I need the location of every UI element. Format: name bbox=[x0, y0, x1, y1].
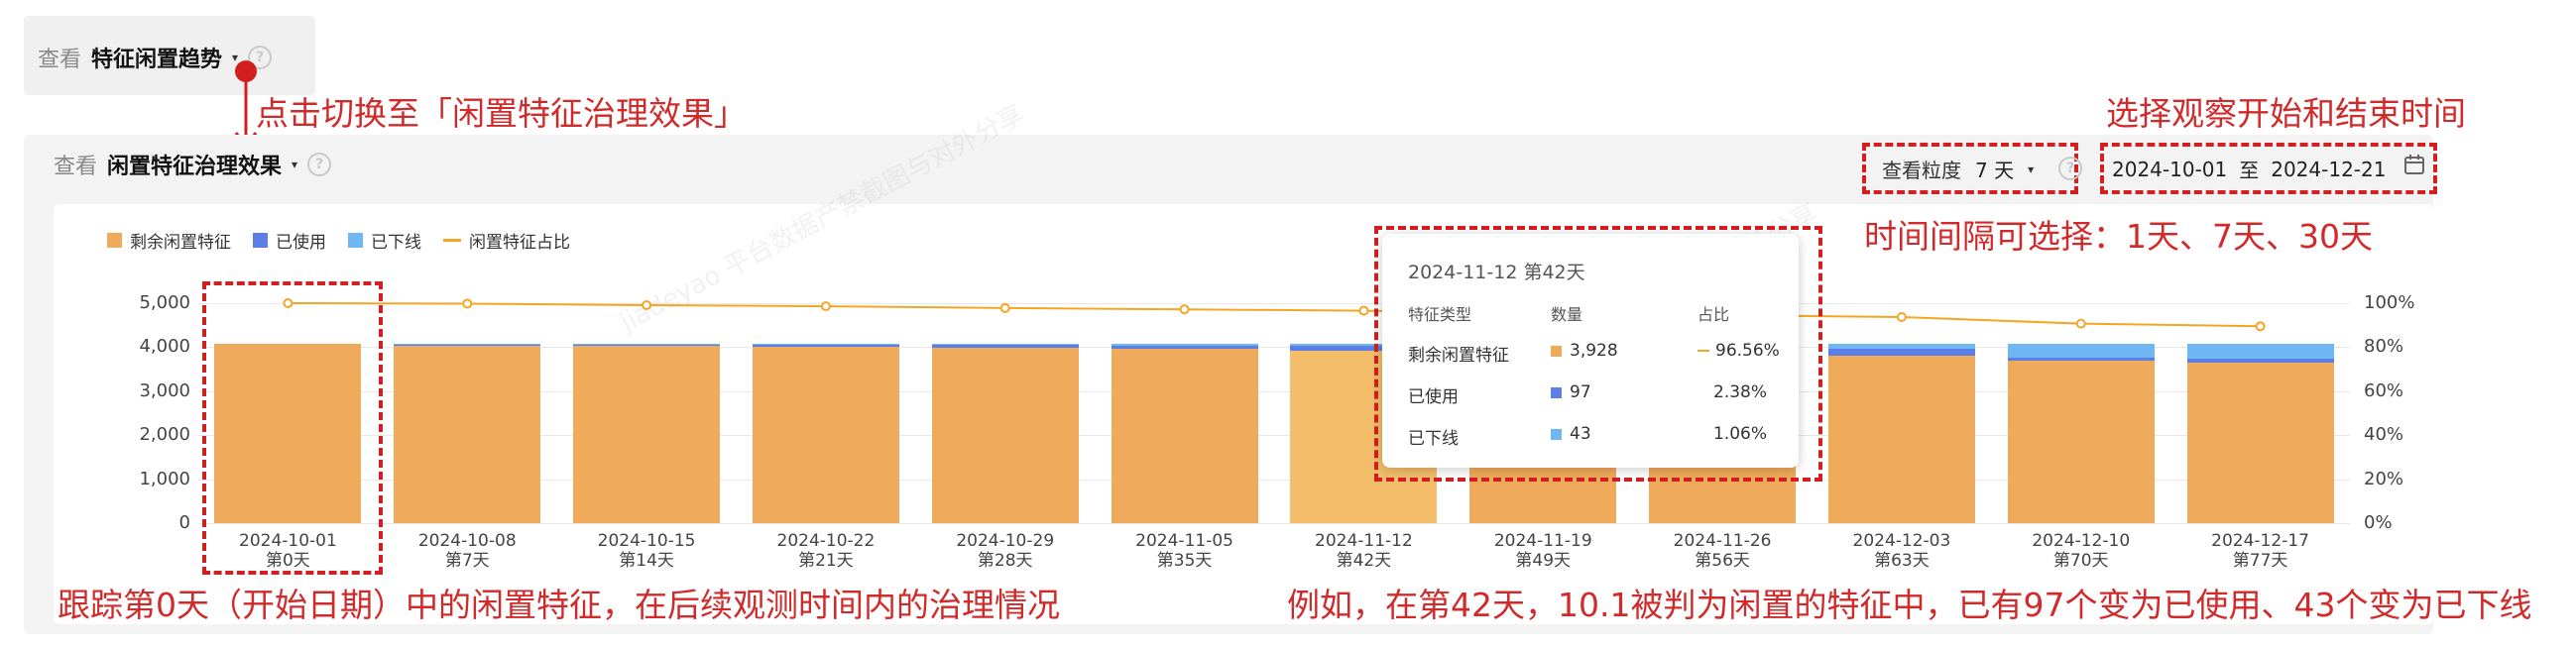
legend-label: 已使用 bbox=[276, 233, 326, 253]
date-separator: 至 bbox=[2239, 159, 2260, 182]
top-view-prefix: 查看 bbox=[38, 48, 82, 72]
legend-item-ratio[interactable]: 闲置特征占比 bbox=[443, 228, 570, 253]
annotation-box-day0 bbox=[202, 281, 383, 575]
tooltip-row-ratio: 96.56% bbox=[1698, 341, 1780, 361]
date-start[interactable]: 2024-10-01 bbox=[2112, 158, 2227, 181]
help-icon[interactable]: ? bbox=[307, 153, 332, 176]
tooltip-swatch-offline bbox=[1551, 428, 1562, 440]
legend-swatch-offline bbox=[348, 233, 363, 248]
tooltip-swatch-ratio bbox=[1698, 350, 1709, 352]
help-icon[interactable]: ? bbox=[2058, 157, 2082, 180]
granularity-label: 查看粒度 bbox=[1882, 159, 1961, 182]
tooltip-row-count: 43 bbox=[1551, 424, 1591, 444]
tooltip-count: 97 bbox=[1570, 382, 1591, 402]
date-end[interactable]: 2024-12-21 bbox=[2271, 158, 2386, 181]
annotation-track: 跟踪第0天（开始日期）中的闲置特征，在后续观测时间内的治理情况 bbox=[58, 586, 1060, 624]
panel-view-selector[interactable]: 查看 闲置特征治理效果 ▾ ? bbox=[54, 149, 332, 180]
tooltip-row-count: 97 bbox=[1551, 382, 1591, 402]
legend-item-used[interactable]: 已使用 bbox=[253, 228, 326, 253]
annotation-date-range: 选择观察开始和结束时间 bbox=[2106, 94, 2466, 133]
tooltip-swatch-used bbox=[1551, 386, 1562, 398]
legend-swatch-used bbox=[253, 233, 268, 248]
legend-swatch-ratio bbox=[443, 239, 461, 242]
chevron-down-icon[interactable]: ▾ bbox=[2028, 162, 2034, 176]
annotation-switch: 点击切换至「闲置特征治理效果」 bbox=[256, 94, 747, 133]
top-view-value[interactable]: 特征闲置趋势 bbox=[91, 42, 222, 73]
chart-card bbox=[54, 204, 2433, 624]
legend-label: 剩余闲置特征 bbox=[130, 233, 231, 253]
legend-item-remaining[interactable]: 剩余闲置特征 bbox=[107, 228, 231, 253]
date-range-picker[interactable]: 2024-10-01 至 2024-12-21 bbox=[2112, 155, 2386, 183]
tooltip-title: 2024-11-12 第42天 bbox=[1408, 262, 1585, 283]
legend-label: 已下线 bbox=[371, 233, 421, 253]
tooltip-row-count: 3,928 bbox=[1551, 341, 1618, 361]
tooltip-ratio: 2.38% bbox=[1713, 382, 1768, 402]
granularity-select[interactable]: 查看粒度 7 天 ▾ bbox=[1882, 155, 2034, 183]
chart-legend: 剩余闲置特征 已使用 已下线 闲置特征占比 bbox=[107, 228, 570, 253]
tooltip-swatch-remaining bbox=[1551, 345, 1562, 357]
annotation-interval: 时间间隔可选择：1天、7天、30天 bbox=[1864, 217, 2373, 256]
tooltip-row-type: 已下线 bbox=[1408, 429, 1459, 449]
legend-label: 闲置特征占比 bbox=[469, 233, 570, 253]
panel-view-prefix: 查看 bbox=[54, 155, 98, 179]
legend-item-offline[interactable]: 已下线 bbox=[348, 228, 421, 253]
legend-swatch-remaining bbox=[107, 233, 122, 248]
chevron-down-icon[interactable]: ▾ bbox=[292, 158, 297, 171]
annotation-example: 例如，在第42天，10.1被判为闲置的特征中，已有97个变为已使用、43个变为已… bbox=[1287, 586, 2532, 624]
chart-tooltip: 2024-11-12 第42天 特征类型 数量 占比 剩余闲置特征 3,928 … bbox=[1382, 234, 1799, 468]
tooltip-row-type: 已使用 bbox=[1408, 387, 1459, 407]
tooltip-count: 43 bbox=[1570, 424, 1591, 444]
panel-view-value[interactable]: 闲置特征治理效果 bbox=[107, 149, 282, 180]
tooltip-ratio: 96.56% bbox=[1715, 341, 1780, 361]
tooltip-count: 3,928 bbox=[1570, 341, 1618, 361]
tooltip-col-type: 特征类型 bbox=[1408, 305, 1472, 324]
granularity-value[interactable]: 7 天 bbox=[1975, 155, 2014, 183]
top-view-selector[interactable]: 查看 特征闲置趋势 ▾ ? bbox=[24, 16, 315, 95]
tooltip-ratio: 1.06% bbox=[1713, 424, 1768, 444]
tooltip-col-count: 数量 bbox=[1551, 305, 1583, 324]
tooltip-col-ratio: 占比 bbox=[1698, 305, 1730, 324]
calendar-icon[interactable] bbox=[2403, 154, 2425, 175]
tooltip-row-type: 剩余闲置特征 bbox=[1408, 346, 1509, 366]
